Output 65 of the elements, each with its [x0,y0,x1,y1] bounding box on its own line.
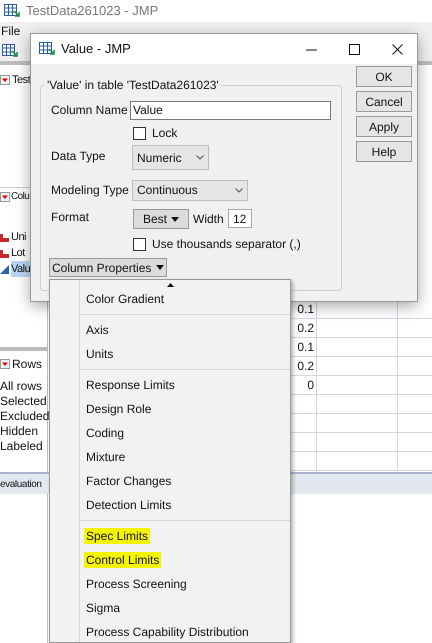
close-icon[interactable] [392,44,403,54]
width-field[interactable]: 12 [228,209,252,228]
rows-label: Selected [0,394,47,409]
field-label: Column Name [51,102,129,119]
dialog-button[interactable]: Help [356,141,412,162]
dialog-icon [39,42,55,56]
caret-icon [156,265,164,270]
data-type-dropdown[interactable]: Numeric [132,145,209,170]
menu-item[interactable]: Response Limits [86,377,175,393]
group-title: 'Value' in table 'TestData261023' [45,78,221,92]
checkbox[interactable] [133,238,146,250]
column-item[interactable]: Valu [11,260,30,278]
checkbox-label: Lock [152,125,178,142]
scroll-up-icon[interactable] [166,283,174,287]
window-title: TestData261023 - JMP [26,2,158,20]
dialog-button[interactable]: Apply [356,116,412,137]
dialog-button[interactable]: Cancel [356,91,412,112]
menu-item[interactable]: Sigma [86,600,120,616]
menu-item[interactable]: Factor Changes [86,473,172,489]
menu-item[interactable]: Control Limits [84,552,162,568]
maximize-icon[interactable] [349,44,360,54]
menu-item[interactable]: Mixture [86,449,126,465]
checkbox[interactable] [133,126,146,140]
menu-item[interactable]: Detection Limits [86,497,172,513]
menu-item[interactable]: Spec Limits [84,528,150,544]
dialog-title: Value - JMP [61,40,131,58]
rows-label: Labeled [0,439,44,454]
checkbox-label: Use thousands separator (,) [152,236,301,253]
column-name-field[interactable]: Value [130,100,331,120]
rows-label: Hidden [0,424,40,439]
field-label: Data Type [51,148,106,165]
field-label: Modeling Type [51,182,130,199]
disclosure-icon[interactable] [0,192,10,202]
status-text: evaluation [0,478,42,492]
menu-item[interactable]: Units [86,346,114,362]
column-properties-button[interactable]: Column Properties [49,258,168,277]
triangle-icon [0,264,9,274]
rows-label: All rows [0,379,44,394]
panel-header: Rows [12,356,42,373]
format-button[interactable]: Best [133,209,189,229]
menu-item[interactable]: Process Capability Distribution [86,624,249,640]
disclosure-icon[interactable] [0,359,10,369]
menu-item[interactable]: Axis [86,322,109,338]
dialog-button[interactable]: OK [356,66,412,87]
menu-item[interactable]: Design Role [86,401,152,417]
field-label: Width [193,211,224,228]
bar-chart-icon [0,232,9,242]
chevron-down-icon [235,188,243,192]
panel-header: Test [12,72,30,88]
menu-item[interactable]: Coding [86,425,124,441]
field-label: Format [51,209,90,226]
toolbar-table-icon [2,44,18,58]
modeling-type-dropdown[interactable]: Continuous [132,180,248,200]
rows-label: Excluded [0,409,47,424]
app-icon [4,4,20,18]
disclosure-icon[interactable] [0,75,10,85]
chevron-down-icon [196,155,204,160]
panel-header: Colu [11,190,30,204]
menu-item[interactable]: Color Gradient [86,291,164,307]
caret-icon [171,216,179,222]
menu-item[interactable]: File [0,22,22,40]
bar-chart-icon [0,248,9,258]
menu-item[interactable]: Process Screening [86,576,187,592]
column-item[interactable]: Lot [11,244,25,262]
column-item[interactable]: Uni [11,228,26,246]
